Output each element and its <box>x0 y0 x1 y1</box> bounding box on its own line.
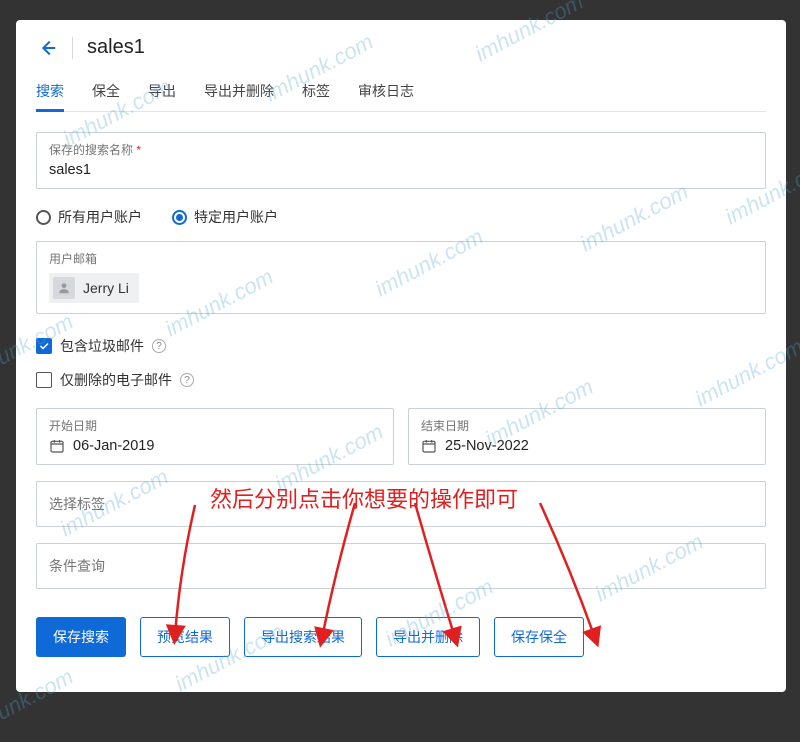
start-date-field[interactable]: 开始日期 06-Jan-2019 <box>36 408 394 465</box>
date-row: 开始日期 06-Jan-2019 结束日期 25-Nov-2022 <box>36 408 766 465</box>
save-preserve-button[interactable]: 保存保全 <box>494 617 584 657</box>
back-arrow-icon[interactable] <box>36 37 58 59</box>
end-date-label: 结束日期 <box>409 409 765 434</box>
help-icon[interactable]: ? <box>180 373 194 387</box>
divider <box>72 37 73 59</box>
deleted-only-row: 仅删除的电子邮件 ? <box>36 370 766 390</box>
preview-results-button[interactable]: 预览结果 <box>140 617 230 657</box>
user-email-label: 用户邮箱 <box>49 250 753 267</box>
radio-all-label: 所有用户账户 <box>58 207 142 227</box>
condition-query-field[interactable]: 条件查询 <box>36 543 766 589</box>
header: sales1 搜索 保全 导出 导出并删除 标签 审核日志 <box>16 20 786 112</box>
end-date-field[interactable]: 结束日期 25-Nov-2022 <box>408 408 766 465</box>
radio-off-icon <box>36 210 51 225</box>
help-icon[interactable]: ? <box>152 339 166 353</box>
export-results-button[interactable]: 导出搜索结果 <box>244 617 362 657</box>
deleted-only-checkbox[interactable] <box>36 372 52 388</box>
start-date-label: 开始日期 <box>37 409 393 434</box>
end-date-value: 25-Nov-2022 <box>409 434 765 464</box>
export-delete-button[interactable]: 导出并删除 <box>376 617 480 657</box>
saved-name-value: sales1 <box>37 158 765 188</box>
tab-tags[interactable]: 标签 <box>302 73 330 111</box>
calendar-icon <box>49 438 65 454</box>
app-frame: sales1 搜索 保全 导出 导出并删除 标签 审核日志 保存的搜索名称 * … <box>16 20 786 692</box>
tab-export-delete[interactable]: 导出并删除 <box>204 73 274 111</box>
radio-specific-label: 特定用户账户 <box>194 207 278 227</box>
radio-on-icon <box>172 210 187 225</box>
user-chip[interactable]: Jerry Li <box>49 273 139 303</box>
page-title: sales1 <box>87 36 145 59</box>
include-spam-row: 包含垃圾邮件 ? <box>36 336 766 356</box>
calendar-icon <box>421 438 437 454</box>
tab-preserve[interactable]: 保全 <box>92 73 120 111</box>
tab-export[interactable]: 导出 <box>148 73 176 111</box>
tab-audit[interactable]: 审核日志 <box>358 73 414 111</box>
form-body: 保存的搜索名称 * sales1 所有用户账户 特定用户账户 用户邮箱 Jerr… <box>16 112 786 677</box>
account-scope-radios: 所有用户账户 特定用户账户 <box>36 207 766 227</box>
include-spam-checkbox[interactable] <box>36 338 52 354</box>
tab-search[interactable]: 搜索 <box>36 73 64 111</box>
button-bar: 保存搜索 预览结果 导出搜索结果 导出并删除 保存保全 <box>36 617 766 657</box>
saved-name-label: 保存的搜索名称 * <box>37 133 765 158</box>
radio-all-users[interactable]: 所有用户账户 <box>36 207 142 227</box>
start-date-value: 06-Jan-2019 <box>37 434 393 464</box>
select-tag-field[interactable]: 选择标签 <box>36 481 766 527</box>
include-spam-label: 包含垃圾邮件 <box>60 336 144 356</box>
save-search-button[interactable]: 保存搜索 <box>36 617 126 657</box>
saved-name-field[interactable]: 保存的搜索名称 * sales1 <box>36 132 766 189</box>
avatar-icon <box>53 277 75 299</box>
user-email-field[interactable]: 用户邮箱 Jerry Li <box>36 241 766 314</box>
titlebar: sales1 <box>36 36 766 59</box>
tabs: 搜索 保全 导出 导出并删除 标签 审核日志 <box>36 73 766 112</box>
user-chip-name: Jerry Li <box>83 280 129 296</box>
deleted-only-label: 仅删除的电子邮件 <box>60 370 172 390</box>
radio-specific-user[interactable]: 特定用户账户 <box>172 207 278 227</box>
